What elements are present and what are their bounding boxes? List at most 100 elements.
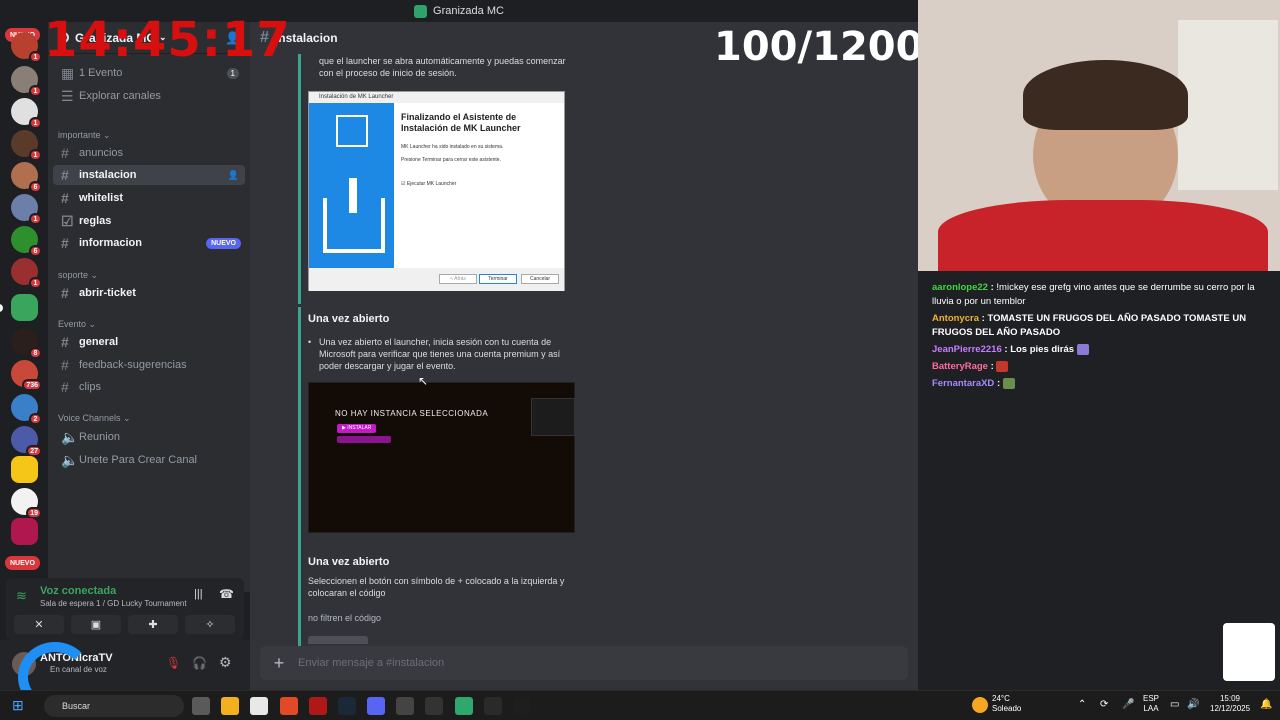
server-icon[interactable]: 8 [11,328,42,359]
category-evento[interactable]: Evento ⌄ [58,319,96,330]
mic-muted-icon[interactable]: 🎙 [166,656,181,670]
server-icon[interactable] [11,456,38,483]
download-arrow-shaft [349,178,357,213]
discord-icon[interactable] [367,697,385,715]
channel-informacion[interactable]: # informacion NUEVO [53,233,245,253]
installer-screenshot[interactable]: Instalación de MK Launcher Finalizando e… [308,91,565,291]
server-icon[interactable]: 6 [11,162,42,193]
channel-reglas[interactable]: ☑ reglas [53,211,245,231]
server-icon[interactable]: 1 [11,32,42,63]
server-icon[interactable]: 2 [11,394,42,425]
screen-share-button[interactable]: ▣ [71,615,121,634]
effects-button[interactable]: ✧ [185,615,235,634]
channel-abrir-ticket[interactable]: # abrir-ticket [53,283,245,303]
hash-icon: # [61,167,69,183]
server-icon[interactable] [11,518,38,545]
cancel-button[interactable]: Cancelar [521,274,559,284]
install-button[interactable]: ▶ INSTALAR [337,424,377,433]
server-icon[interactable]: 1 [11,130,42,161]
new-badge: NUEVO [206,237,241,249]
server-icon[interactable]: 1 [11,66,42,97]
browse-channels[interactable]: ☰ Explorar canales [53,86,245,106]
deafen-icon[interactable]: 🎧 [192,656,207,670]
add-member-icon[interactable]: 👤 [228,170,239,181]
embed-accent [298,54,301,304]
voice-channel-unete[interactable]: 🔈 Unete Para Crear Canal [53,450,245,470]
brave-icon[interactable] [280,697,298,715]
channel-clips[interactable]: # clips [53,377,245,397]
steam-icon[interactable] [338,697,356,715]
taskbar-search[interactable]: Buscar [44,695,184,717]
settings-gear-icon[interactable]: ⚙ [219,654,232,671]
mic-icon[interactable]: 🎤 [1122,700,1134,710]
events-count: 1 [226,67,239,79]
camera-off-button[interactable]: ✕ [14,615,64,634]
weather-widget[interactable]: 24°C Soleado [992,694,1021,714]
server-icon[interactable]: 736 [11,360,42,391]
weather-icon[interactable] [972,697,988,713]
pixel-mascot-icon [1223,623,1275,681]
sync-icon[interactable]: ⟳ [1100,700,1108,710]
category-soporte[interactable]: soporte ⌄ [58,270,98,281]
events-label: 1 Evento [79,67,123,79]
run-launcher-checkbox[interactable]: ☑ Ejecutar MK Launcher [401,181,456,187]
store-icon[interactable] [250,697,268,715]
stream-timer: 14:45:17 [44,12,291,68]
category-voice[interactable]: Voice Channels ⌄ [58,413,131,424]
channel-whitelist[interactable]: # whitelist [53,188,245,208]
tray-chevron-icon[interactable]: ⌃ [1078,700,1086,710]
server-icon[interactable]: 1 [11,98,42,129]
category-importante[interactable]: importante ⌄ [58,130,111,141]
task-view-icon[interactable] [192,697,210,715]
epic-games-icon[interactable] [484,697,502,715]
chat-user[interactable]: JeanPierre2216 [932,344,1002,355]
launcher-secondary-button[interactable] [337,436,391,443]
channel-feedback[interactable]: # feedback-sugerencias [53,355,245,375]
server-icon[interactable]: 27 [11,426,42,457]
channel-general[interactable]: # general [53,332,245,352]
message-input[interactable]: + Enviar mensaje a #instalacion [260,646,908,680]
lang-primary: ESP [1143,694,1160,703]
notifications-icon[interactable]: 🔔 [1260,700,1272,710]
channel-sidebar: Granizada MC ⌄ 👤 ▦ 1 Evento 1 ☰ Explorar… [48,22,250,592]
chat-user[interactable]: Antonycra [932,313,979,324]
notes-icon[interactable] [455,697,473,715]
hash-icon: # [61,285,69,301]
channel-instalacion[interactable]: # instalacion 👤 [53,165,245,185]
language-indicator[interactable]: ESP LAA [1143,694,1159,714]
attach-plus-icon[interactable]: + [260,653,298,674]
chat-user[interactable]: FernantaraXD [932,378,994,389]
chat-user[interactable]: aaronlope22 [932,282,988,293]
voice-panel: ≋ Voz conectada Sala de espera 1 / GD Lu… [6,578,244,640]
windows-start-icon[interactable]: ⊞ [12,697,24,714]
file-explorer-icon[interactable] [221,697,239,715]
app-icon[interactable] [309,697,327,715]
embed-bullet: • Una vez abierto el launcher, inicia ses… [308,336,573,372]
activities-button[interactable]: ✚ [128,615,178,634]
server-icon[interactable]: 1 [11,258,42,289]
activities-icon: ✚ [148,619,158,631]
new-badge: NUEVO [5,556,40,570]
server-icon[interactable]: 1 [11,194,42,225]
mk-launcher-icon[interactable] [513,697,531,715]
embed-image-stub [308,636,368,644]
back-button[interactable]: < Atrás [439,274,477,284]
channel-anuncios[interactable]: # anuncios [53,143,245,163]
soundboard-icon[interactable]: ||| [194,588,203,600]
server-icon[interactable]: 19 [11,488,42,519]
voice-channel-reunion[interactable]: 🔈 Reunion [53,427,245,447]
rules-icon: ☑ [61,212,74,229]
voice-location[interactable]: Sala de espera 1 / GD Lucky Tournament [40,599,187,608]
network-icon[interactable]: ▭ [1170,700,1179,710]
disconnect-icon[interactable]: ☎ [219,587,234,601]
app-icon[interactable] [425,697,443,715]
clock[interactable]: 15:09 12/12/2025 [1210,694,1250,714]
server-icon[interactable]: 6 [11,226,42,257]
launcher-screenshot[interactable]: NO HAY INSTANCIA SELECCIONADA ▶ INSTALAR [308,382,575,533]
screen-share-icon: ▣ [90,619,102,631]
chat-user[interactable]: BatteryRage [932,361,988,372]
volume-icon[interactable]: 🔊 [1187,700,1199,710]
xbox-icon[interactable] [396,697,414,715]
server-icon-granizada[interactable] [11,294,38,321]
finish-button[interactable]: Terminar [479,274,517,284]
